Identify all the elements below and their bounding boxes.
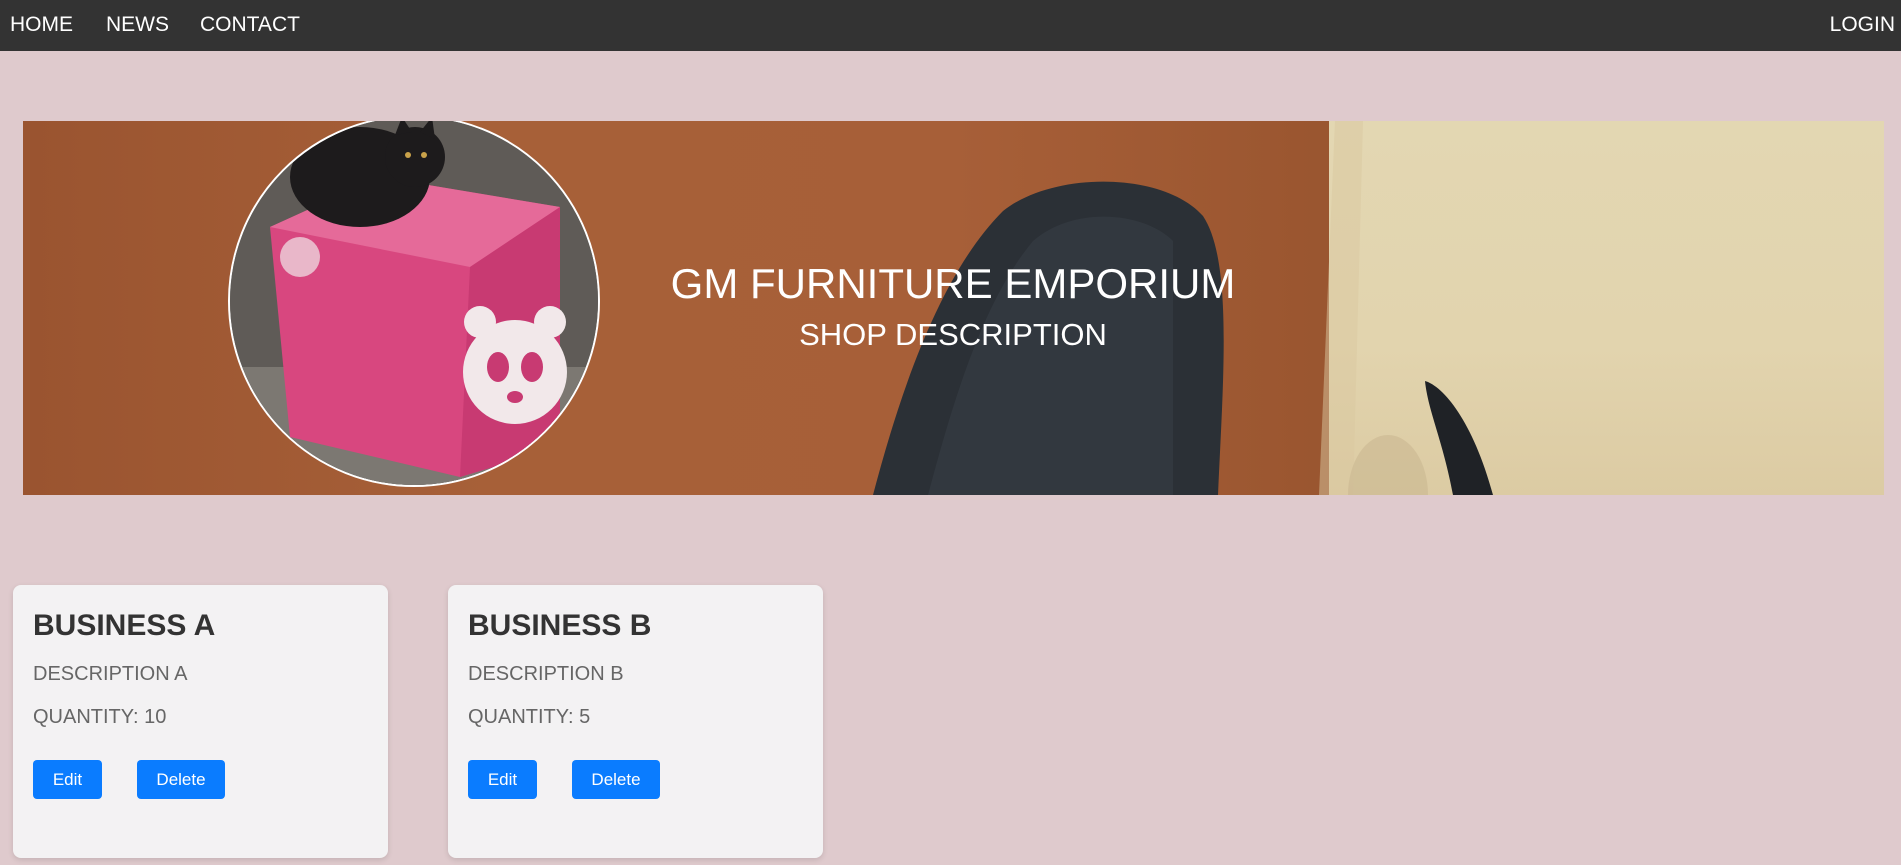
shop-banner: GM FURNITURE EMPORIUM SHOP DESCRIPTION [23,121,1884,495]
business-quantity: QUANTITY: 5 [468,706,591,728]
shop-description: SHOP DESCRIPTION [799,317,1107,352]
delete-button[interactable]: Delete [137,760,225,799]
business-name: BUSINESS B [468,609,652,642]
business-name: BUSINESS A [33,609,216,642]
edit-button[interactable]: Edit [33,760,102,799]
nav-link-contact[interactable]: CONTACT [200,0,300,51]
business-description: DESCRIPTION A [33,663,188,685]
shop-title: GM FURNITURE EMPORIUM [670,260,1236,307]
nav-link-login[interactable]: LOGIN [1830,0,1895,51]
business-quantity: QUANTITY: 10 [33,706,167,728]
edit-button[interactable]: Edit [468,760,537,799]
business-card: BUSINESS A DESCRIPTION A QUANTITY: 10 Ed… [13,585,388,858]
business-description: DESCRIPTION B [468,663,624,685]
nav-link-news[interactable]: NEWS [106,0,169,51]
top-navbar: HOME NEWS CONTACT LOGIN [0,0,1901,51]
delete-button[interactable]: Delete [572,760,660,799]
nav-link-home[interactable]: HOME [10,0,73,51]
business-card: BUSINESS B DESCRIPTION B QUANTITY: 5 Edi… [448,585,823,858]
